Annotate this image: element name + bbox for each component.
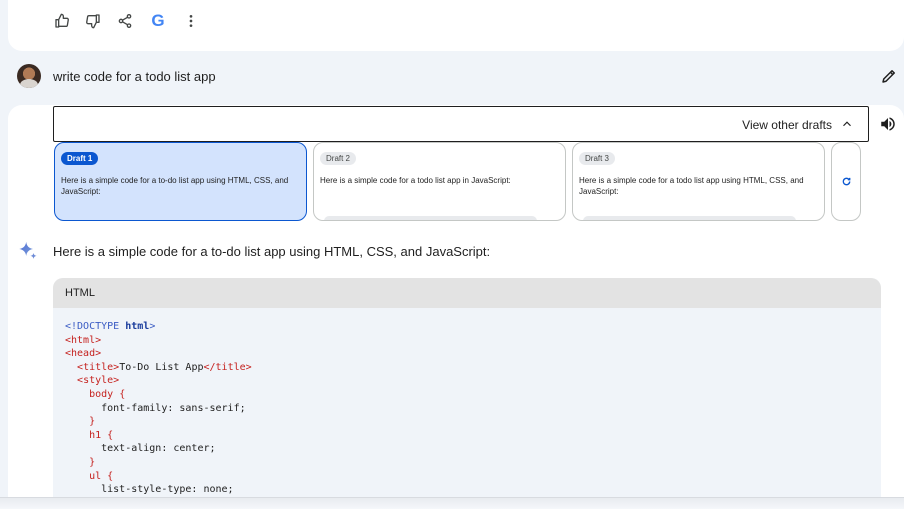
draft-badge: Draft 3 bbox=[579, 152, 616, 165]
draft-preview: Here is a simple code for a to-do list a… bbox=[61, 176, 289, 196]
code-line: ul { bbox=[89, 470, 114, 482]
response-intro: Here is a simple code for a to-do list a… bbox=[53, 244, 491, 259]
code-line: h1 { bbox=[89, 429, 114, 441]
avatar bbox=[17, 64, 41, 88]
draft-badge: Draft 2 bbox=[320, 152, 357, 165]
speaker-icon[interactable] bbox=[879, 115, 897, 133]
code-language-label: HTML bbox=[53, 278, 881, 308]
draft-preview: Here is a simple code for a todo list ap… bbox=[320, 176, 511, 185]
code-line: <!DOCTYPE html> bbox=[65, 321, 156, 332]
prompt-text: write code for a todo list app bbox=[53, 69, 216, 84]
code-line: <html> bbox=[65, 334, 102, 346]
draft-card-3[interactable]: Draft 3 Here is a simple code for a todo… bbox=[572, 142, 825, 221]
thumbs-up-icon[interactable] bbox=[52, 11, 72, 31]
code-line: body { bbox=[89, 388, 126, 400]
code-line: list-style-type: none; bbox=[65, 484, 234, 496]
code-line: <title>To-Do List App</title> bbox=[77, 361, 252, 373]
draft-preview: Here is a simple code for a todo list ap… bbox=[579, 176, 804, 196]
draft-placeholder-bar bbox=[324, 216, 537, 220]
google-icon[interactable]: G bbox=[148, 11, 168, 31]
view-other-drafts-label: View other drafts bbox=[742, 118, 832, 132]
code-line: <head> bbox=[65, 348, 102, 360]
more-vert-icon[interactable] bbox=[181, 11, 201, 31]
code-line: } bbox=[89, 416, 96, 428]
previous-response-actions: G bbox=[8, 0, 904, 51]
draft-card-2[interactable]: Draft 2 Here is a simple code for a todo… bbox=[313, 142, 566, 221]
thumbs-down-icon[interactable] bbox=[83, 11, 103, 31]
share-icon[interactable] bbox=[115, 11, 135, 31]
google-letter: G bbox=[151, 11, 165, 30]
scroll-shadow bbox=[0, 497, 904, 509]
draft-placeholder-bar bbox=[583, 216, 796, 220]
regenerate-drafts-button[interactable] bbox=[831, 142, 861, 221]
code-line: font-family: sans-serif; bbox=[65, 402, 246, 414]
refresh-icon bbox=[842, 177, 850, 186]
code-block: HTML <!DOCTYPE html> <html> <head> <title>… bbox=[53, 278, 881, 509]
view-other-drafts-toggle[interactable]: View other drafts bbox=[53, 106, 869, 142]
code-content: <!DOCTYPE html> <html> <head> <title>To-Do… bbox=[65, 320, 252, 509]
user-prompt-row: write code for a todo list app bbox=[0, 60, 904, 94]
code-line: <style> bbox=[77, 375, 120, 387]
edit-icon[interactable] bbox=[880, 67, 898, 85]
draft-card-1[interactable]: Draft 1 Here is a simple code for a to-d… bbox=[54, 142, 307, 221]
code-line: text-align: center; bbox=[65, 443, 216, 455]
gemini-sparkle-icon bbox=[19, 241, 37, 259]
chevron-up-icon bbox=[843, 121, 851, 127]
code-line: } bbox=[89, 456, 96, 468]
draft-badge: Draft 1 bbox=[61, 152, 99, 165]
